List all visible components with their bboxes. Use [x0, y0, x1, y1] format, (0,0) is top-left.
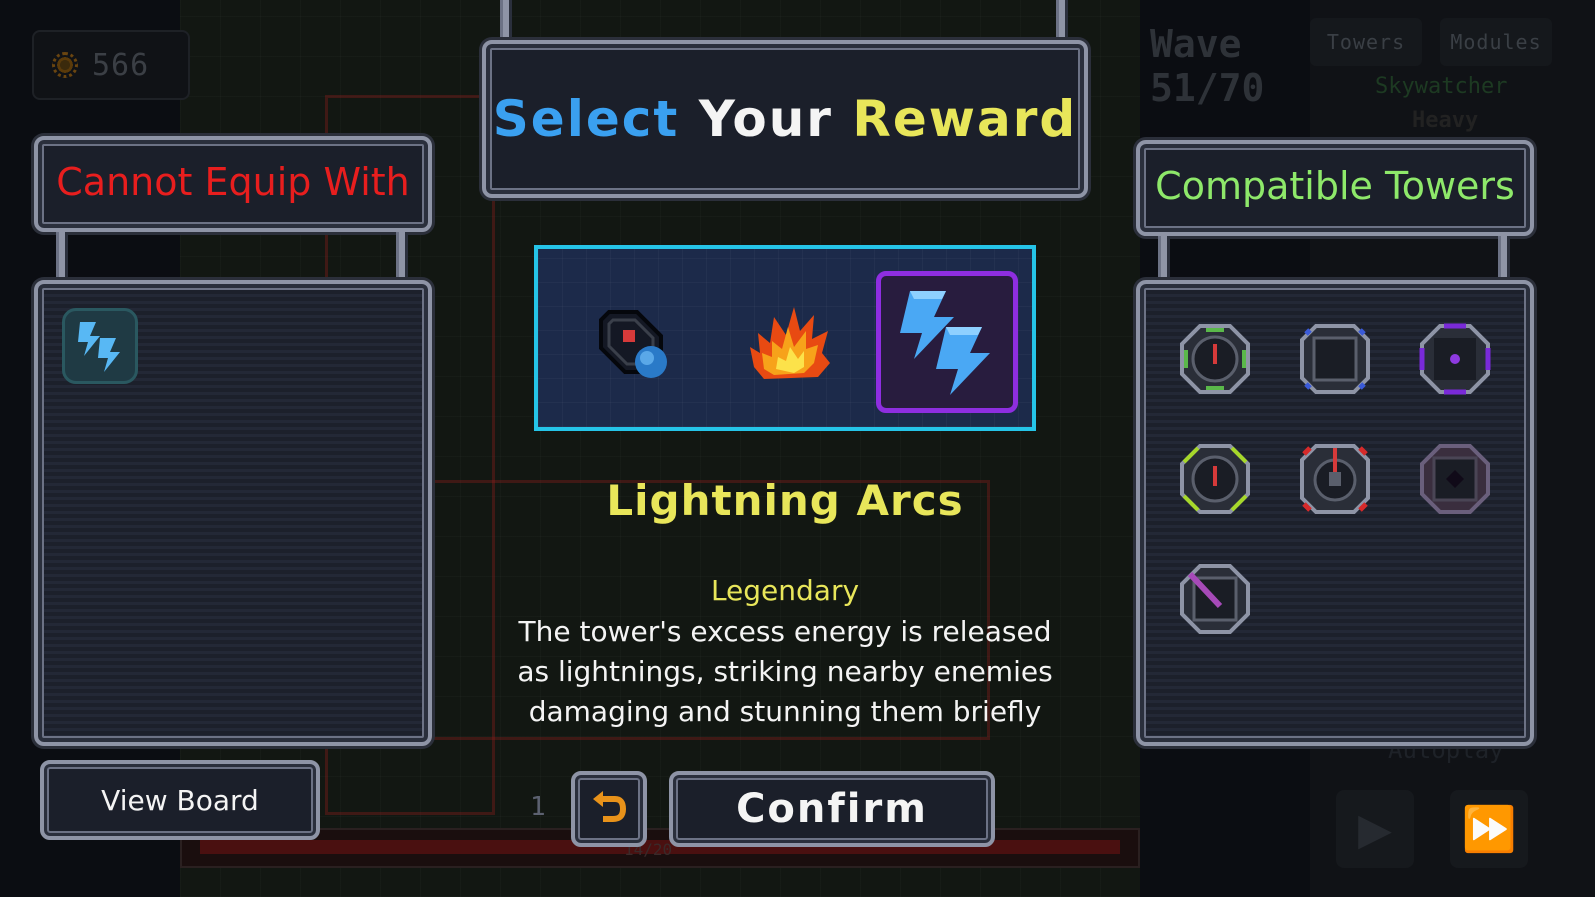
- gold-value: 566: [92, 47, 150, 83]
- description-line: damaging and stunning them briefly: [528, 695, 1042, 728]
- title-word-your: Your: [698, 90, 833, 148]
- compatible-towers-header: Compatible Towers: [1136, 140, 1534, 236]
- title-word-reward: Reward: [852, 90, 1078, 148]
- cannot-equip-panel: [34, 280, 432, 746]
- reward-option-bomb[interactable]: [560, 271, 702, 413]
- reward-options: [534, 245, 1036, 431]
- compatible-towers-panel: [1136, 280, 1534, 746]
- tower-purple-icon[interactable]: [1414, 318, 1496, 400]
- page-title: Select Your Reward: [486, 90, 1084, 148]
- tab-towers[interactable]: Towers: [1310, 18, 1422, 66]
- tower-lime-icon[interactable]: [1174, 438, 1256, 520]
- reward-option-fire[interactable]: [718, 271, 860, 413]
- view-board-button[interactable]: View Board: [40, 760, 320, 840]
- tower-staff-icon[interactable]: [1174, 558, 1256, 640]
- reroll-count: 1: [530, 792, 546, 822]
- play-button[interactable]: ▶: [1336, 790, 1414, 868]
- reward-description: The tower's excess energy is released as…: [470, 612, 1100, 732]
- fast-forward-button[interactable]: ⏩: [1450, 790, 1528, 868]
- panel-post: [1158, 236, 1170, 284]
- title-post: [1056, 0, 1068, 44]
- compatible-towers-title: Compatible Towers: [1155, 164, 1515, 208]
- reward-option-lightning[interactable]: [876, 271, 1018, 413]
- wave-indicator: Wave 51/70: [1150, 22, 1264, 110]
- tower-blue-square-icon[interactable]: [1294, 318, 1376, 400]
- wave-label: Wave: [1150, 22, 1242, 66]
- description-line: as lightnings, striking nearby enemies: [517, 655, 1053, 688]
- gear-coin-icon: [52, 52, 78, 78]
- fast-forward-icon: ⏩: [1461, 804, 1517, 855]
- description-line: The tower's excess energy is released: [518, 615, 1052, 648]
- cannot-equip-title: Cannot Equip With: [56, 160, 410, 204]
- fire-module-icon: [750, 307, 830, 379]
- cannot-equip-header: Cannot Equip With: [34, 136, 432, 232]
- tower-green-icon[interactable]: [1174, 318, 1256, 400]
- panel-post: [396, 232, 408, 284]
- tower-red-icon[interactable]: [1294, 438, 1376, 520]
- tower-dark-purple-icon[interactable]: [1414, 438, 1496, 520]
- title-panel: Select Your Reward: [482, 40, 1088, 198]
- reward-rarity: Legendary: [710, 574, 860, 607]
- undo-icon: [593, 791, 627, 822]
- reward-name: Lightning Arcs: [606, 476, 964, 525]
- title-post: [500, 0, 512, 44]
- bomb-module-icon: [599, 310, 667, 378]
- lightning-icon: [78, 322, 120, 372]
- confirm-button[interactable]: Confirm: [669, 771, 995, 847]
- panel-post: [56, 232, 68, 284]
- selected-tower-type: Heavy: [1412, 108, 1479, 133]
- wave-value: 51/70: [1150, 66, 1265, 110]
- tab-modules[interactable]: Modules: [1440, 18, 1552, 66]
- play-icon: ▶: [1358, 803, 1392, 855]
- lightning-module-icon: [900, 291, 990, 395]
- reroll-button[interactable]: [571, 771, 647, 847]
- gold-counter: 566: [32, 30, 190, 100]
- title-word-select: Select: [492, 90, 680, 148]
- lightning-arcs-icon[interactable]: [62, 308, 138, 384]
- selected-tower-name: Skywatcher: [1375, 74, 1508, 99]
- panel-post: [1498, 236, 1510, 284]
